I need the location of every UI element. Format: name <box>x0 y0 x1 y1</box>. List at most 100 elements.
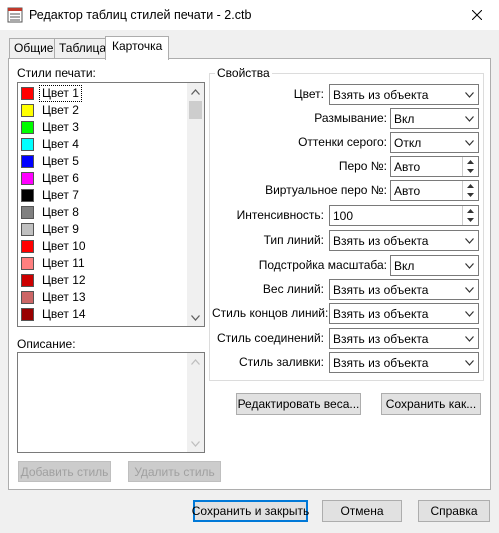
virtual-pen-label: Виртуальное перо №: <box>265 183 387 197</box>
list-item[interactable]: Цвет 10 <box>20 238 186 254</box>
save-as-button[interactable]: Сохранить как... <box>381 393 481 415</box>
virtual-pen-value: Авто <box>394 183 421 198</box>
chevron-down-icon <box>461 280 478 299</box>
chevron-down-icon <box>461 304 478 323</box>
cancel-button[interactable]: Отмена <box>322 500 402 522</box>
lineweight-value: Взять из объекта <box>333 282 429 297</box>
linetype-label: Тип линий: <box>263 233 324 247</box>
scroll-up-icon[interactable] <box>187 83 204 100</box>
save-and-close-button[interactable]: Сохранить и закрыть <box>192 500 309 522</box>
fill-style-value: Взять из объекта <box>333 355 429 370</box>
line-end-dropdown[interactable]: Взять из объекта <box>329 303 479 324</box>
list-item[interactable]: Цвет 13 <box>20 289 186 305</box>
color-swatch-icon <box>21 223 34 236</box>
list-item-label: Цвет 6 <box>42 171 79 185</box>
color-label: Цвет: <box>293 87 324 101</box>
chevron-down-icon <box>461 85 478 104</box>
help-button[interactable]: Справка <box>418 500 490 522</box>
color-swatch-icon <box>21 308 34 321</box>
list-item-label: Цвет 13 <box>42 290 86 304</box>
edit-weights-button[interactable]: Редактировать веса... <box>236 393 361 415</box>
list-item[interactable]: Цвет 4 <box>20 136 186 152</box>
list-item-label: Цвет 7 <box>42 188 79 202</box>
grayscale-value: Откл <box>394 135 422 150</box>
fill-style-dropdown[interactable]: Взять из объекта <box>329 352 479 373</box>
description-field[interactable] <box>17 352 205 453</box>
color-value: Взять из объекта <box>333 87 429 102</box>
tab-general[interactable]: Общие <box>9 38 59 58</box>
list-item[interactable]: Цвет 7 <box>20 187 186 203</box>
add-style-button[interactable]: Добавить стиль <box>18 461 111 482</box>
delete-style-button[interactable]: Удалить стиль <box>128 461 221 482</box>
styles-scrollbar[interactable] <box>187 83 204 326</box>
chevron-down-icon <box>461 329 478 348</box>
scroll-down-icon[interactable] <box>187 309 204 326</box>
tab-card[interactable]: Карточка <box>105 36 170 60</box>
dither-dropdown[interactable]: Вкл <box>390 108 479 129</box>
list-item[interactable]: Цвет 2 <box>20 102 186 118</box>
pen-spinbox[interactable]: Авто <box>390 156 479 177</box>
chevron-down-icon <box>461 231 478 250</box>
scroll-down-icon[interactable] <box>187 435 204 452</box>
color-swatch-icon <box>21 87 34 100</box>
spin-up-icon[interactable] <box>463 206 478 216</box>
adaptive-label: Подстройка масштаба: <box>258 258 387 272</box>
list-item[interactable]: Цвет 9 <box>20 221 186 237</box>
list-item[interactable]: Цвет 3 <box>20 119 186 135</box>
app-icon <box>7 7 23 23</box>
spin-down-icon[interactable] <box>463 216 478 226</box>
styles-label: Стили печати: <box>17 66 96 80</box>
window-title: Редактор таблиц стилей печати - 2.ctb <box>29 8 252 22</box>
color-swatch-icon <box>21 240 34 253</box>
color-dropdown[interactable]: Взять из объекта <box>329 84 479 105</box>
spin-down-icon[interactable] <box>463 191 478 201</box>
list-item[interactable]: Цвет 14 <box>20 306 186 322</box>
list-item[interactable]: Цвет 12 <box>20 272 186 288</box>
tab-table[interactable]: Таблица <box>54 38 112 58</box>
line-join-dropdown[interactable]: Взять из объекта <box>329 328 479 349</box>
color-swatch-icon <box>21 291 34 304</box>
color-swatch-icon <box>21 172 34 185</box>
dither-label: Размывание: <box>314 111 387 125</box>
color-swatch-icon <box>21 121 34 134</box>
chevron-down-icon <box>461 109 478 128</box>
description-scrollbar[interactable] <box>187 353 204 452</box>
color-swatch-icon <box>21 257 34 270</box>
list-item-label: Цвет 14 <box>42 307 86 321</box>
grayscale-dropdown[interactable]: Откл <box>390 132 479 153</box>
close-icon <box>472 10 482 20</box>
line-end-label: Стиль концов линий: <box>212 306 329 320</box>
intensity-spinbox[interactable]: 100 <box>329 205 479 226</box>
spin-up-icon[interactable] <box>463 181 478 191</box>
list-item-label: Цвет 4 <box>42 137 79 151</box>
line-end-value: Взять из объекта <box>333 306 429 321</box>
chevron-down-icon <box>461 256 478 275</box>
lineweight-dropdown[interactable]: Взять из объекта <box>329 279 479 300</box>
linetype-dropdown[interactable]: Взять из объекта <box>329 230 479 251</box>
close-button[interactable] <box>455 0 499 30</box>
scroll-up-icon[interactable] <box>187 353 204 370</box>
line-join-label: Стиль соединений: <box>216 331 324 345</box>
list-item[interactable]: Цвет 1 <box>20 85 186 102</box>
scroll-thumb[interactable] <box>189 101 202 119</box>
spin-up-icon[interactable] <box>463 157 478 167</box>
color-swatch-icon <box>21 206 34 219</box>
adaptive-dropdown[interactable]: Вкл <box>390 255 479 276</box>
lineweight-label: Вес линий: <box>262 282 324 296</box>
virtual-pen-spinbox[interactable]: Авто <box>390 180 479 201</box>
spin-down-icon[interactable] <box>463 167 478 177</box>
list-item-label: Цвет 2 <box>42 103 79 117</box>
list-item[interactable]: Цвет 8 <box>20 204 186 220</box>
list-item-label: Цвет 10 <box>42 239 86 253</box>
chevron-down-icon <box>461 353 478 372</box>
styles-listbox[interactable]: Цвет 1 Цвет 2 Цвет 3 Цвет 4 Цвет 5 Цвет 6 Цвет… <box>17 82 205 327</box>
list-item-label: Цвет 1 <box>39 85 82 102</box>
linetype-value: Взять из объекта <box>333 233 429 248</box>
list-item[interactable]: Цвет 6 <box>20 170 186 186</box>
pen-value: Авто <box>394 159 421 174</box>
list-item-label: Цвет 8 <box>42 205 79 219</box>
list-item[interactable]: Цвет 5 <box>20 153 186 169</box>
properties-group-label: Свойства <box>215 66 272 80</box>
color-swatch-icon <box>21 155 34 168</box>
list-item[interactable]: Цвет 11 <box>20 255 186 271</box>
